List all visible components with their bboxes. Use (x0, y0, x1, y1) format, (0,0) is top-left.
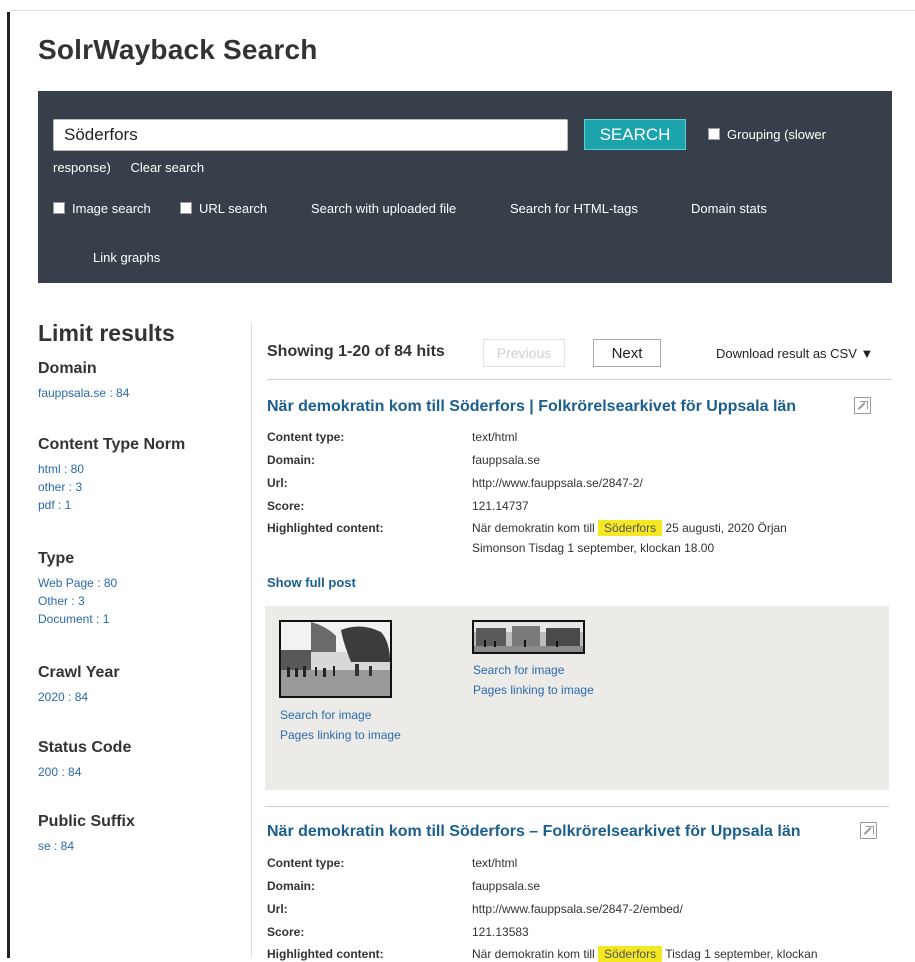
image-thumbnail[interactable] (472, 620, 585, 654)
facet-value[interactable]: fauppsala.se : 84 (38, 384, 129, 402)
highlighted-value: När demokratin kom till Söderfors Tisdag… (472, 946, 818, 962)
link-graphs-link[interactable]: Link graphs (93, 250, 160, 265)
open-external-icon[interactable] (860, 822, 877, 839)
hit-count: Showing 1-20 of 84 hits (267, 343, 445, 360)
result-title-link[interactable]: När demokratin kom till Söderfors – Folk… (267, 823, 801, 841)
highlighted-label: Highlighted content: (267, 521, 384, 535)
highlight-before: När demokratin kom till (472, 947, 595, 961)
search-input[interactable] (53, 119, 568, 151)
show-full-post-link[interactable]: Show full post (267, 575, 356, 590)
image-thumbnail[interactable] (279, 620, 392, 698)
next-button[interactable]: Next (593, 339, 661, 367)
facet-value[interactable]: se : 84 (38, 837, 135, 855)
domain-label: Domain: (267, 879, 315, 893)
facet-name: Domain (38, 360, 97, 377)
grouping-checkbox-box[interactable] (708, 128, 720, 140)
score-value: 121.13583 (472, 925, 529, 939)
facet-value[interactable]: Web Page : 80 (38, 574, 117, 592)
previous-button[interactable]: Previous (483, 339, 565, 367)
facet-public-suffix: Public Suffix se : 84 (38, 813, 135, 855)
url-search-checkbox-box[interactable] (180, 202, 192, 214)
url-value: http://www.fauppsala.se/2847-2/ (472, 476, 643, 490)
search-for-image-link[interactable]: Search for image (280, 708, 371, 722)
domain-value: fauppsala.se (472, 879, 541, 893)
facet-type: Type Web Page : 80 Other : 3 Document : … (38, 550, 117, 628)
highlighted-label: Highlighted content: (267, 947, 384, 961)
facet-name: Status Code (38, 739, 132, 756)
page-title: SolrWayback Search (38, 34, 318, 65)
html-tags-link[interactable]: Search for HTML-tags (510, 201, 638, 216)
image-search-checkbox[interactable]: Image search (53, 201, 151, 216)
town-photo-image (474, 622, 583, 652)
content-type-value: text/html (472, 856, 518, 870)
limit-results-sidebar: Limit results Domain fauppsala.se : 84 C… (38, 320, 238, 853)
content-type-label: Content type: (267, 856, 345, 870)
facet-value[interactable]: Document : 1 (38, 610, 117, 628)
url-value: http://www.fauppsala.se/2847-2/embed/ (472, 902, 683, 916)
upload-search-link[interactable]: Search with uploaded file (311, 201, 456, 216)
facet-value[interactable]: 200 : 84 (38, 763, 131, 781)
image-panel: Search for image Pages linking to image … (265, 606, 889, 790)
sidebar-title: Limit results (38, 320, 175, 346)
content-type-label: Content type: (267, 430, 345, 444)
facet-domain: Domain fauppsala.se : 84 (38, 360, 129, 402)
domain-value: fauppsala.se (472, 453, 541, 467)
image-search-checkbox-box[interactable] (53, 202, 65, 214)
highlight-term: Söderfors (598, 946, 663, 962)
open-external-icon[interactable] (854, 397, 871, 414)
result-title-link[interactable]: När demokratin kom till Söderfors | Folk… (267, 398, 796, 416)
url-search-checkbox[interactable]: URL search (180, 201, 267, 216)
score-label: Score: (267, 499, 305, 513)
facet-status-code: Status Code 200 : 84 (38, 739, 131, 781)
grouping-checkbox[interactable]: Grouping (slower (708, 127, 826, 142)
top-divider (10, 10, 915, 11)
facet-content-type-norm: Content Type Norm html : 80 other : 3 pd… (38, 436, 185, 514)
facet-crawl-year: Crawl Year 2020 : 84 (38, 664, 120, 706)
street-photo-image (281, 622, 390, 696)
search-for-image-link[interactable]: Search for image (473, 663, 564, 677)
search-panel: SEARCH Grouping (slower response) Clear … (38, 91, 892, 283)
url-label: Url: (267, 476, 288, 490)
download-csv-link[interactable]: Download result as CSV ▼ (716, 346, 873, 361)
score-value: 121.14737 (472, 499, 529, 513)
facet-value[interactable]: 2020 : 84 (38, 688, 120, 706)
content-type-value: text/html (472, 430, 518, 444)
clear-search-link[interactable]: Clear search (130, 160, 204, 175)
window-left-edge (7, 12, 10, 958)
grouping-label-cont: response) (53, 160, 111, 175)
image-search-label: Image search (72, 201, 151, 216)
facet-value[interactable]: pdf : 1 (38, 496, 185, 514)
facet-value[interactable]: html : 80 (38, 460, 185, 478)
highlighted-value-line2: Simonson Tisdag 1 september, klockan 18.… (472, 541, 715, 555)
pages-linking-to-image-link[interactable]: Pages linking to image (473, 683, 594, 697)
highlight-after: Tisdag 1 september, klockan (662, 947, 818, 961)
highlighted-value: När demokratin kom till Söderfors 25 aug… (472, 520, 787, 536)
grouping-label: Grouping (slower (727, 127, 826, 142)
sidebar-divider (251, 322, 252, 958)
domain-label: Domain: (267, 453, 315, 467)
facet-value[interactable]: Other : 3 (38, 592, 117, 610)
score-label: Score: (267, 925, 305, 939)
pages-linking-to-image-link[interactable]: Pages linking to image (280, 728, 401, 742)
highlight-after: 25 augusti, 2020 Örjan (665, 521, 787, 535)
highlight-term: Söderfors (598, 520, 663, 536)
result-separator (265, 806, 889, 807)
results-header: Showing 1-20 of 84 hits Previous Next Do… (267, 336, 892, 380)
domain-stats-link[interactable]: Domain stats (691, 201, 767, 216)
facet-name: Type (38, 550, 75, 567)
url-search-label: URL search (199, 201, 268, 216)
facet-name: Public Suffix (38, 813, 135, 830)
url-label: Url: (267, 902, 288, 916)
facet-value[interactable]: other : 3 (38, 478, 185, 496)
facet-name: Crawl Year (38, 664, 120, 681)
facet-name: Content Type Norm (38, 436, 186, 453)
highlight-before: När demokratin kom till (472, 521, 595, 535)
search-button[interactable]: SEARCH (584, 119, 686, 150)
